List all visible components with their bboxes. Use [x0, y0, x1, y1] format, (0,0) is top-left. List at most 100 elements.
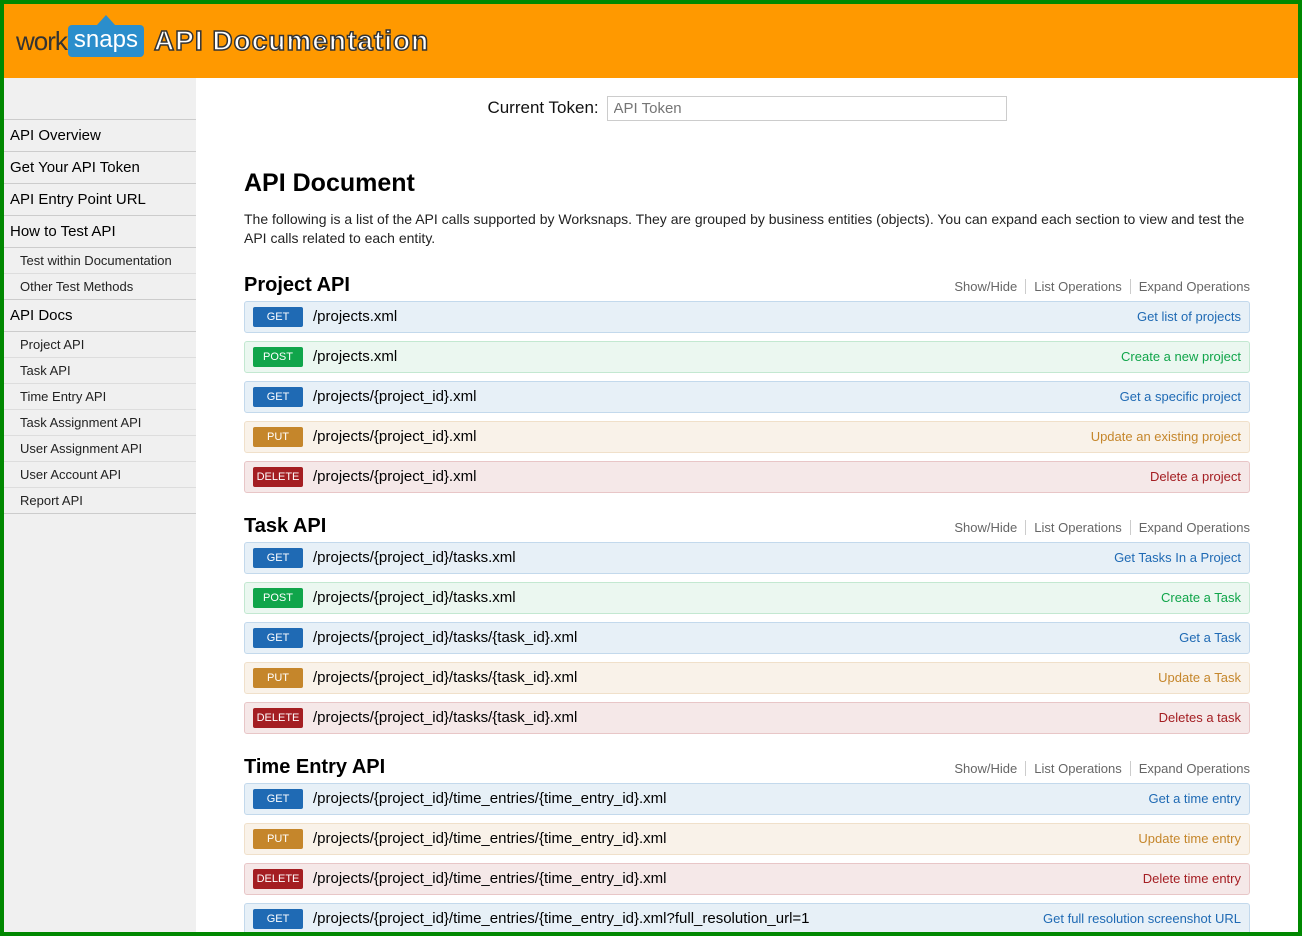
header: work snaps API Documentation: [4, 4, 1298, 78]
sidebar-item-report-api[interactable]: Report API: [4, 488, 196, 513]
endpoint-path: /projects/{project_id}/tasks/{task_id}.x…: [313, 709, 1159, 726]
endpoint-row[interactable]: PUT/projects/{project_id}/time_entries/{…: [244, 823, 1250, 855]
endpoint-path: /projects/{project_id}/tasks.xml: [313, 549, 1114, 566]
logo: work snaps: [16, 25, 144, 57]
section-title[interactable]: Project API: [244, 274, 350, 297]
endpoint-description: Get list of projects: [1137, 309, 1241, 324]
endpoint-description: Get a specific project: [1120, 389, 1241, 404]
expand-operations-link[interactable]: Expand Operations: [1131, 520, 1250, 535]
section-title[interactable]: Time Entry API: [244, 756, 385, 779]
http-method-badge: POST: [253, 588, 303, 608]
endpoint-path: /projects/{project_id}/tasks/{task_id}.x…: [313, 629, 1179, 646]
endpoint-path: /projects/{project_id}/tasks.xml: [313, 589, 1161, 606]
http-method-badge: PUT: [253, 427, 303, 447]
show-hide-link[interactable]: Show/Hide: [946, 279, 1026, 294]
api-section: Time Entry API Show/HideList OperationsEx…: [244, 756, 1250, 932]
endpoint-description: Delete a project: [1150, 469, 1241, 484]
main-content: Current Token: API Document The followin…: [196, 78, 1298, 932]
endpoint-path: /projects.xml: [313, 308, 1137, 325]
list-operations-link[interactable]: List Operations: [1026, 761, 1130, 776]
endpoint-row[interactable]: DELETE/projects/{project_id}/time_entrie…: [244, 863, 1250, 895]
section-ops: Show/HideList OperationsExpand Operation…: [946, 761, 1250, 776]
endpoint-description: Get a time entry: [1149, 791, 1241, 806]
token-row: Current Token:: [244, 96, 1250, 121]
header-title: API Documentation: [154, 25, 429, 57]
endpoint-path: /projects/{project_id}/time_entries/{tim…: [313, 790, 1149, 807]
show-hide-link[interactable]: Show/Hide: [946, 520, 1026, 535]
token-label: Current Token:: [487, 98, 598, 117]
section-header: Time Entry API Show/HideList OperationsEx…: [244, 756, 1250, 783]
endpoint-description: Update an existing project: [1091, 429, 1241, 444]
page-intro: The following is a list of the API calls…: [244, 210, 1250, 248]
expand-operations-link[interactable]: Expand Operations: [1131, 279, 1250, 294]
endpoint-row[interactable]: GET/projects/{project_id}.xmlGet a speci…: [244, 381, 1250, 413]
http-method-badge: GET: [253, 387, 303, 407]
endpoint-row[interactable]: POST/projects.xmlCreate a new project: [244, 341, 1250, 373]
sidebar-item-user-assignment-api[interactable]: User Assignment API: [4, 436, 196, 462]
http-method-badge: GET: [253, 548, 303, 568]
list-operations-link[interactable]: List Operations: [1026, 520, 1130, 535]
endpoint-path: /projects/{project_id}/time_entries/{tim…: [313, 830, 1138, 847]
endpoint-row[interactable]: GET/projects/{project_id}/tasks.xmlGet T…: [244, 542, 1250, 574]
endpoint-description: Create a new project: [1121, 349, 1241, 364]
expand-operations-link[interactable]: Expand Operations: [1131, 761, 1250, 776]
section-ops: Show/HideList OperationsExpand Operation…: [946, 279, 1250, 294]
endpoint-path: /projects/{project_id}.xml: [313, 388, 1120, 405]
http-method-badge: DELETE: [253, 708, 303, 728]
http-method-badge: DELETE: [253, 869, 303, 889]
http-method-badge: PUT: [253, 668, 303, 688]
endpoint-path: /projects/{project_id}.xml: [313, 468, 1150, 485]
http-method-badge: POST: [253, 347, 303, 367]
sidebar-item-task-assignment-api[interactable]: Task Assignment API: [4, 410, 196, 436]
http-method-badge: GET: [253, 307, 303, 327]
http-method-badge: GET: [253, 909, 303, 929]
endpoint-row[interactable]: DELETE/projects/{project_id}.xmlDelete a…: [244, 461, 1250, 493]
logo-text-snaps: snaps: [68, 25, 144, 57]
api-token-input[interactable]: [607, 96, 1007, 121]
sidebar-item-get-your-api-token[interactable]: Get Your API Token: [4, 151, 196, 184]
section-title[interactable]: Task API: [244, 515, 326, 538]
endpoint-description: Create a Task: [1161, 590, 1241, 605]
api-section: Project API Show/HideList OperationsExpan…: [244, 274, 1250, 493]
sidebar-item-time-entry-api[interactable]: Time Entry API: [4, 384, 196, 410]
endpoint-row[interactable]: POST/projects/{project_id}/tasks.xmlCrea…: [244, 582, 1250, 614]
section-header: Task API Show/HideList OperationsExpand O…: [244, 515, 1250, 542]
logo-text-work: work: [16, 26, 67, 57]
show-hide-link[interactable]: Show/Hide: [946, 761, 1026, 776]
endpoint-path: /projects.xml: [313, 348, 1121, 365]
sidebar-item-user-account-api[interactable]: User Account API: [4, 462, 196, 488]
api-section: Task API Show/HideList OperationsExpand O…: [244, 515, 1250, 734]
http-method-badge: DELETE: [253, 467, 303, 487]
endpoint-description: Deletes a task: [1159, 710, 1241, 725]
http-method-badge: PUT: [253, 829, 303, 849]
endpoint-row[interactable]: DELETE/projects/{project_id}/tasks/{task…: [244, 702, 1250, 734]
endpoint-row[interactable]: PUT/projects/{project_id}/tasks/{task_id…: [244, 662, 1250, 694]
endpoint-description: Get a Task: [1179, 630, 1241, 645]
endpoint-description: Get Tasks In a Project: [1114, 550, 1241, 565]
sidebar-item-how-to-test-api[interactable]: How to Test API: [4, 215, 196, 248]
sidebar-item-project-api[interactable]: Project API: [4, 332, 196, 358]
sidebar-item-other-test-methods[interactable]: Other Test Methods: [4, 274, 196, 299]
endpoint-description: Delete time entry: [1143, 871, 1241, 886]
sidebar-item-test-within-documentation[interactable]: Test within Documentation: [4, 248, 196, 274]
section-header: Project API Show/HideList OperationsExpan…: [244, 274, 1250, 301]
endpoint-row[interactable]: GET/projects/{project_id}/time_entries/{…: [244, 783, 1250, 815]
sidebar-item-api-entry-point-url[interactable]: API Entry Point URL: [4, 183, 196, 216]
sidebar-item-task-api[interactable]: Task API: [4, 358, 196, 384]
endpoint-row[interactable]: GET/projects/{project_id}/tasks/{task_id…: [244, 622, 1250, 654]
http-method-badge: GET: [253, 789, 303, 809]
endpoint-path: /projects/{project_id}/time_entries/{tim…: [313, 870, 1143, 887]
endpoint-description: Get full resolution screenshot URL: [1043, 911, 1241, 926]
endpoint-description: Update a Task: [1158, 670, 1241, 685]
endpoint-path: /projects/{project_id}.xml: [313, 428, 1091, 445]
list-operations-link[interactable]: List Operations: [1026, 279, 1130, 294]
sidebar-item-api-overview[interactable]: API Overview: [4, 119, 196, 152]
endpoint-path: /projects/{project_id}/time_entries/{tim…: [313, 910, 1043, 927]
section-ops: Show/HideList OperationsExpand Operation…: [946, 520, 1250, 535]
endpoint-row[interactable]: PUT/projects/{project_id}.xmlUpdate an e…: [244, 421, 1250, 453]
endpoint-row[interactable]: GET/projects.xmlGet list of projects: [244, 301, 1250, 333]
endpoint-description: Update time entry: [1138, 831, 1241, 846]
endpoint-row[interactable]: GET/projects/{project_id}/time_entries/{…: [244, 903, 1250, 932]
sidebar-item-api-docs[interactable]: API Docs: [4, 299, 196, 332]
page-title: API Document: [244, 169, 1250, 198]
